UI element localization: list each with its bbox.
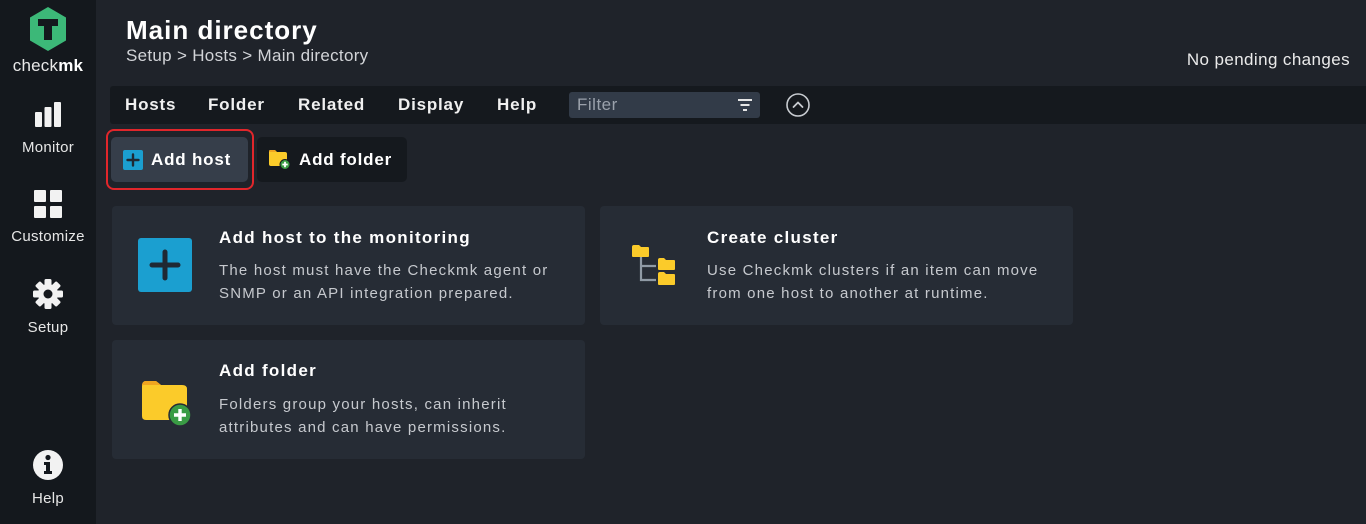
sidebar-item-customize[interactable]: Customize <box>0 189 96 245</box>
card-add-folder[interactable]: Add folder Folders group your hosts, can… <box>112 340 585 459</box>
gear-icon <box>33 279 63 309</box>
breadcrumb: Setup > Hosts > Main directory <box>126 46 368 66</box>
add-host-label: Add host <box>151 149 232 169</box>
menu-display[interactable]: Display <box>398 95 464 115</box>
add-host-button[interactable]: Add host <box>111 137 248 182</box>
sidebar-item-label: Monitor <box>21 139 75 156</box>
plus-square-icon <box>138 238 192 292</box>
menu-hosts[interactable]: Hosts <box>125 95 176 115</box>
checkmk-logo[interactable]: checkmk <box>0 6 96 76</box>
filter-field <box>569 92 760 118</box>
breadcrumb-item-main-directory[interactable]: Main directory <box>258 46 369 65</box>
card-title: Create cluster <box>707 228 839 247</box>
chevron-up-circle-icon[interactable] <box>786 93 810 117</box>
logo-text: checkmk <box>12 56 84 75</box>
card-description: Folders group your hosts, can inherit at… <box>219 396 507 436</box>
checkmk-logo-icon <box>30 7 66 51</box>
bar-chart-icon <box>35 102 61 127</box>
menu-folder[interactable]: Folder <box>208 95 265 115</box>
sidebar-item-label: Setup <box>27 319 69 336</box>
card-title: Add host to the monitoring <box>219 228 471 247</box>
sidebar: checkmk Monitor Customize Setup Help <box>0 0 96 524</box>
menu-help[interactable]: Help <box>497 95 537 115</box>
main-content: Main directory Setup > Hosts > Main dire… <box>96 0 1366 524</box>
filter-input[interactable] <box>577 94 727 116</box>
breadcrumb-item-hosts[interactable]: Hosts <box>192 46 237 65</box>
plus-square-icon <box>123 149 143 170</box>
card-description: The host must have the Checkmk agent or … <box>219 262 549 302</box>
filter-icon[interactable] <box>738 99 752 111</box>
menu-related[interactable]: Related <box>298 95 365 115</box>
folder-tree-icon <box>632 245 675 285</box>
sidebar-item-label: Customize <box>11 228 85 245</box>
info-icon <box>33 450 63 480</box>
grid-icon <box>34 190 62 218</box>
card-title: Add folder <box>219 361 317 380</box>
card-description: Use Checkmk clusters if an item can move… <box>707 262 1039 302</box>
folder-add-icon <box>142 381 192 427</box>
sidebar-item-label: Help <box>31 490 65 507</box>
sidebar-item-setup[interactable]: Setup <box>0 278 96 336</box>
breadcrumb-separator: > <box>176 46 188 65</box>
add-folder-button[interactable]: Add folder <box>257 137 407 182</box>
pending-changes-link[interactable]: No pending changes <box>1187 50 1350 70</box>
sidebar-item-help[interactable]: Help <box>0 449 96 507</box>
add-folder-label: Add folder <box>299 149 392 169</box>
page-title: Main directory <box>126 15 318 45</box>
folder-add-icon <box>269 149 291 170</box>
sidebar-item-monitor[interactable]: Monitor <box>0 100 96 156</box>
card-add-host[interactable]: Add host to the monitoring The host must… <box>112 206 585 325</box>
card-create-cluster[interactable]: Create cluster Use Checkmk clusters if a… <box>600 206 1073 325</box>
breadcrumb-separator: > <box>242 46 253 65</box>
breadcrumb-item-setup[interactable]: Setup <box>126 46 172 65</box>
menubar: Hosts Folder Related Display Help <box>110 86 1366 124</box>
